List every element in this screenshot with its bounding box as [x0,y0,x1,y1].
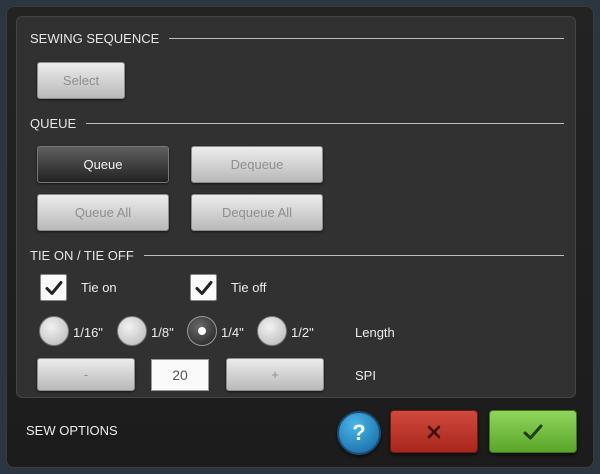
divider [169,38,564,39]
tie-on-label: Tie on [81,280,117,295]
ok-button[interactable] [489,410,577,453]
length-radio-1-4[interactable] [187,316,217,346]
select-button[interactable]: Select [37,62,125,99]
section-title: QUEUE [30,116,77,131]
close-icon [427,425,441,438]
spi-label: SPI [355,368,376,383]
tie-off-checkbox[interactable] [190,274,217,301]
divider [86,123,564,124]
section-title: SEWING SEQUENCE [30,31,160,46]
checkmark-icon [523,424,543,439]
spi-input[interactable]: 20 [151,359,209,391]
spi-increase-button[interactable]: + [226,358,324,391]
checkmark-icon [45,280,62,295]
tie-on-checkbox[interactable] [40,274,67,301]
length-option-label: 1/16" [73,325,103,340]
dequeue-all-button[interactable]: Dequeue All [191,194,323,231]
help-icon: ? [352,420,366,445]
section-header-tie: TIE ON / TIE OFF [30,248,564,263]
cancel-button[interactable] [390,410,478,453]
dequeue-button[interactable]: Dequeue [191,146,323,183]
section-header-sewing-sequence: SEWING SEQUENCE [30,31,564,46]
length-radio-1-16[interactable] [39,316,69,346]
length-radio-1-2[interactable] [257,316,287,346]
section-title: TIE ON / TIE OFF [30,248,134,263]
length-option-label: 1/2" [291,325,314,340]
dialog-title: SEW OPTIONS [26,423,118,438]
divider [143,255,564,256]
queue-all-button[interactable]: Queue All [37,194,169,231]
section-header-queue: QUEUE [30,116,564,131]
help-button[interactable]: ? [337,411,381,455]
length-option-label: 1/8" [151,325,174,340]
length-option-label: 1/4" [221,325,244,340]
tie-off-label: Tie off [231,280,267,295]
length-label: Length [355,325,395,340]
checkmark-icon [195,280,212,295]
queue-button[interactable]: Queue [37,146,169,183]
length-radio-1-8[interactable] [117,316,147,346]
radio-selected-dot [198,327,206,335]
spi-decrease-button[interactable]: - [37,358,135,391]
